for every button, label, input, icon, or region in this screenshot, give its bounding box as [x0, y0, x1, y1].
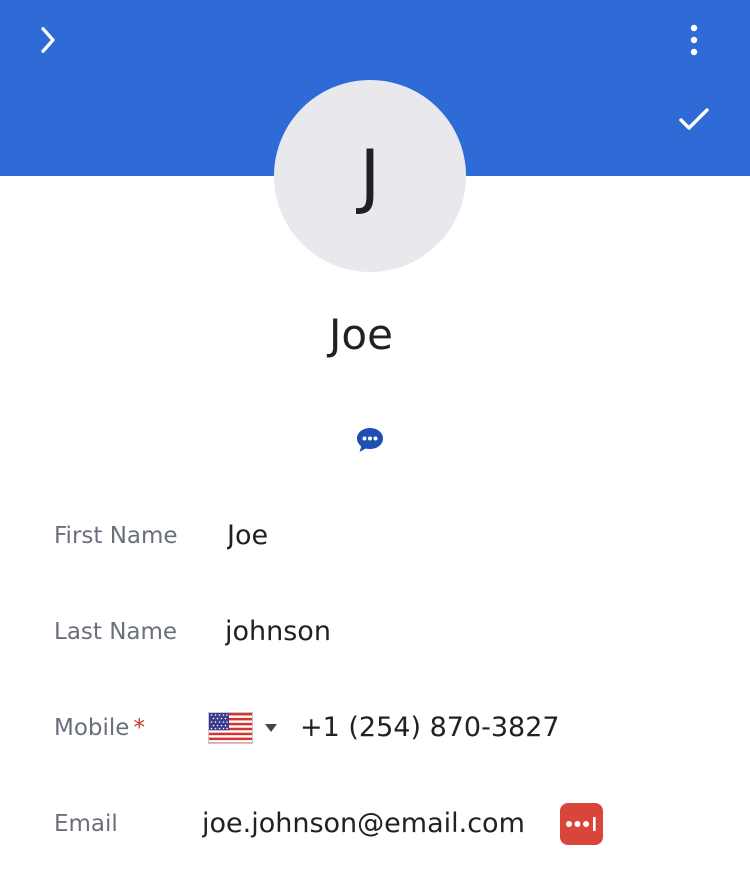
avatar[interactable]: J [274, 80, 466, 272]
mobile-field[interactable] [300, 710, 680, 746]
back-button[interactable] [22, 14, 74, 66]
more-vertical-icon [690, 24, 698, 56]
mobile-label-text: Mobile [54, 715, 130, 741]
required-indicator: * [133, 715, 145, 741]
caret-down-icon [265, 724, 277, 732]
first-name-label: First Name [54, 523, 178, 549]
email-field[interactable] [202, 806, 552, 842]
save-button[interactable] [668, 94, 720, 146]
contact-name: Joe [329, 310, 393, 359]
last-name-field[interactable] [225, 614, 665, 650]
mobile-label: Mobile * [54, 712, 145, 744]
check-icon [679, 108, 709, 130]
us-flag-icon [208, 712, 253, 744]
more-options-button[interactable] [668, 14, 720, 66]
first-name-field[interactable] [227, 518, 667, 554]
country-code-select[interactable] [208, 710, 288, 746]
password-manager-icon [565, 817, 596, 831]
last-name-label: Last Name [54, 619, 178, 645]
chat-bubble-icon [357, 428, 383, 452]
avatar-initial: J [359, 135, 381, 217]
chevron-right-icon [41, 27, 55, 53]
message-button[interactable] [348, 420, 392, 460]
password-manager-button[interactable] [560, 803, 603, 845]
email-label: Email [54, 811, 118, 837]
